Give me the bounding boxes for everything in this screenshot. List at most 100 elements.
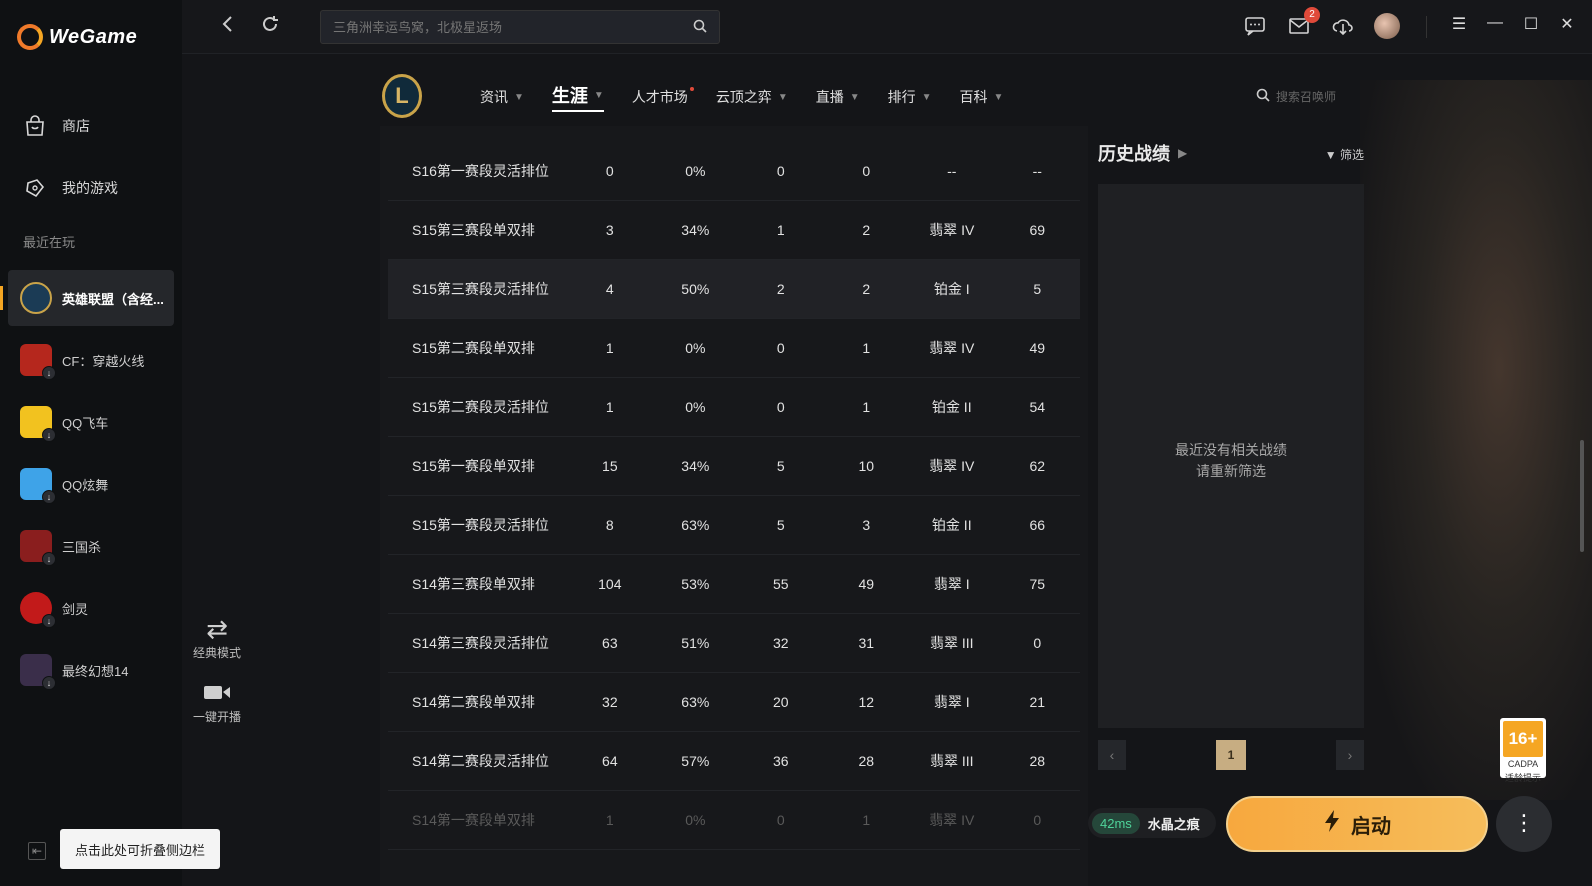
wegame-logo[interactable]: WeGame xyxy=(17,24,137,50)
wins: 5 xyxy=(776,458,785,474)
tab-label: 云顶之弈 xyxy=(715,89,772,105)
caret-down-icon: ▼ xyxy=(777,91,788,103)
games-count: 15 xyxy=(602,458,618,474)
topbar-icons: 2 xyxy=(1242,7,1400,39)
table-row[interactable]: S15第二赛段单双排 1 0% 0 1 翡翠 IV 49 xyxy=(388,319,1080,378)
summoner-search[interactable]: 搜索召唤师 xyxy=(1256,88,1336,105)
close-icon[interactable]: ✕ xyxy=(1558,14,1576,34)
search-icon[interactable] xyxy=(693,19,707,36)
tab-news[interactable]: 资讯 ▼ xyxy=(480,87,524,107)
table-row[interactable]: S14第三赛段灵活排位 63 51% 32 31 翡翠 III 0 xyxy=(388,614,1080,673)
chat-icon[interactable] xyxy=(1242,13,1268,39)
download-icon: ↓ xyxy=(42,552,56,566)
filter-button[interactable]: ▼ 筛选 xyxy=(1325,146,1364,163)
caret-down-icon: ▼ xyxy=(514,91,524,103)
lightning-icon xyxy=(1323,809,1341,839)
one-click-stream-switch[interactable]: 一键开播 xyxy=(190,678,244,725)
lol-logo-icon[interactable]: L xyxy=(382,74,422,118)
recent-game-cf[interactable]: ↓ CF：穿越火线 xyxy=(8,332,174,388)
table-row[interactable]: S14第三赛段单双排 104 53% 55 49 翡翠 I 75 xyxy=(388,555,1080,614)
rank: 铂金 II xyxy=(931,517,972,533)
user-avatar[interactable] xyxy=(1374,13,1400,39)
wins: 20 xyxy=(773,694,789,710)
download-icon: ↓ xyxy=(42,366,56,380)
score: 5 xyxy=(1033,281,1042,297)
wegame-logo-icon xyxy=(17,24,43,50)
sidebar-item-shop[interactable]: 商店 xyxy=(0,100,182,152)
launch-label: 启动 xyxy=(1351,815,1391,838)
tab-talent-market[interactable]: 人才市场 xyxy=(632,87,694,107)
table-row[interactable]: S14第二赛段灵活排位 64 57% 36 28 翡翠 III 28 xyxy=(388,732,1080,791)
page-number[interactable]: 1 xyxy=(1216,740,1246,770)
recent-game-sanguosha[interactable]: ↓ 三国杀 xyxy=(8,518,174,574)
tab-ranking[interactable]: 排行 ▼ xyxy=(888,87,932,107)
losses: 2 xyxy=(862,222,871,238)
back-arrow-icon[interactable] xyxy=(218,14,242,38)
collapse-sidebar-icon[interactable]: ⇤ xyxy=(28,842,46,860)
age-rating-badge[interactable]: 16+ CADPA 适龄提示 xyxy=(1500,718,1546,783)
prev-page-icon[interactable]: ‹ xyxy=(1098,740,1126,770)
table-row[interactable]: S14第一赛段单双排 1 0% 0 1 翡翠 IV 0 xyxy=(388,791,1080,850)
table-row[interactable]: S15第三赛段单双排 3 34% 1 2 翡翠 IV 69 xyxy=(388,201,1080,260)
download-icon: ↓ xyxy=(42,676,56,690)
rank: 翡翠 IV xyxy=(929,340,975,356)
search-icon xyxy=(1256,88,1270,105)
season-name: S14第三赛段单双排 xyxy=(412,576,535,592)
qq-speed-game-icon: ↓ xyxy=(20,406,56,442)
games-count: 8 xyxy=(605,517,614,533)
page-scrollbar[interactable] xyxy=(1580,440,1584,552)
losses: 1 xyxy=(862,340,871,356)
rank: 翡翠 IV xyxy=(929,458,975,474)
season-name: S15第三赛段单双排 xyxy=(412,222,535,238)
age-rating-value: 16+ xyxy=(1503,721,1543,757)
tab-tft[interactable]: 云顶之弈 ▼ xyxy=(716,87,788,107)
recent-game-lol[interactable]: 英雄联盟（含经... xyxy=(0,270,174,326)
topbar-divider xyxy=(1426,16,1427,38)
table-row[interactable]: S15第一赛段灵活排位 8 63% 5 3 铂金 II 66 xyxy=(388,496,1080,555)
download-manager-icon[interactable] xyxy=(1330,13,1356,39)
season-name: S16第一赛段灵活排位 xyxy=(412,163,549,179)
table-row[interactable]: S15第一赛段单双排 15 34% 5 10 翡翠 IV 62 xyxy=(388,437,1080,496)
sidebar-item-label: 商店 xyxy=(62,118,90,134)
wins: 5 xyxy=(776,517,785,533)
rank: 铂金 II xyxy=(931,399,972,415)
win-rate: 0% xyxy=(685,812,706,828)
classic-mode-switch[interactable]: ⇄ 经典模式 xyxy=(190,614,244,661)
server-selector[interactable]: 42ms 水晶之痕 xyxy=(1088,808,1216,838)
tab-label: 资讯 xyxy=(480,89,508,105)
recent-game-ff14[interactable]: ↓ 最终幻想14 xyxy=(8,642,174,698)
search-input[interactable] xyxy=(333,19,673,35)
tab-career[interactable]: 生涯 ▼ xyxy=(551,82,604,112)
recent-game-qq-speed[interactable]: ↓ QQ飞车 xyxy=(8,394,174,450)
filter-label: 筛选 xyxy=(1339,148,1364,162)
losses: 1 xyxy=(862,399,871,415)
win-rate: 0% xyxy=(685,163,706,179)
wins: 0 xyxy=(776,812,785,828)
wins: 0 xyxy=(776,163,785,179)
win-rate: 63% xyxy=(681,694,710,710)
recent-game-blade-soul[interactable]: ↓ 剑灵 xyxy=(8,580,174,636)
table-row[interactable]: S14第二赛段单双排 32 63% 20 12 翡翠 I 21 xyxy=(388,673,1080,732)
table-row[interactable]: S15第二赛段灵活排位 1 0% 0 1 铂金 II 54 xyxy=(388,378,1080,437)
mail-icon[interactable]: 2 xyxy=(1286,7,1320,39)
recent-games-list: 英雄联盟（含经... ↓ CF：穿越火线 ↓ QQ飞车 ↓ QQ炫舞 ↓ 三国杀… xyxy=(0,270,174,704)
next-page-icon[interactable]: › xyxy=(1336,740,1364,770)
more-options-icon[interactable]: ⋮ xyxy=(1496,796,1552,852)
table-row[interactable]: S16第一赛段灵活排位 0 0% 0 0 -- -- xyxy=(388,142,1080,201)
win-rate: 57% xyxy=(681,753,710,769)
recent-game-qq-dance[interactable]: ↓ QQ炫舞 xyxy=(8,456,174,512)
rank: -- xyxy=(947,163,957,179)
rank: 铂金 I xyxy=(933,281,970,297)
maximize-icon[interactable]: ☐ xyxy=(1522,14,1540,34)
recent-game-label: CF：穿越火线 xyxy=(62,353,145,369)
table-row[interactable]: S15第三赛段灵活排位 4 50% 2 2 铂金 I 5 xyxy=(388,260,1080,319)
tab-live[interactable]: 直播 ▼ xyxy=(816,87,860,107)
global-search[interactable] xyxy=(320,10,720,44)
minimize-icon[interactable]: — xyxy=(1486,14,1504,34)
sidebar-item-my-games[interactable]: 我的游戏 xyxy=(0,162,182,214)
menu-icon[interactable]: ☰ xyxy=(1450,14,1468,34)
refresh-icon[interactable] xyxy=(260,14,284,38)
games-count: 32 xyxy=(602,694,618,710)
launch-button[interactable]: 启动 xyxy=(1226,796,1488,852)
tab-wiki[interactable]: 百科 ▼ xyxy=(960,87,1004,107)
